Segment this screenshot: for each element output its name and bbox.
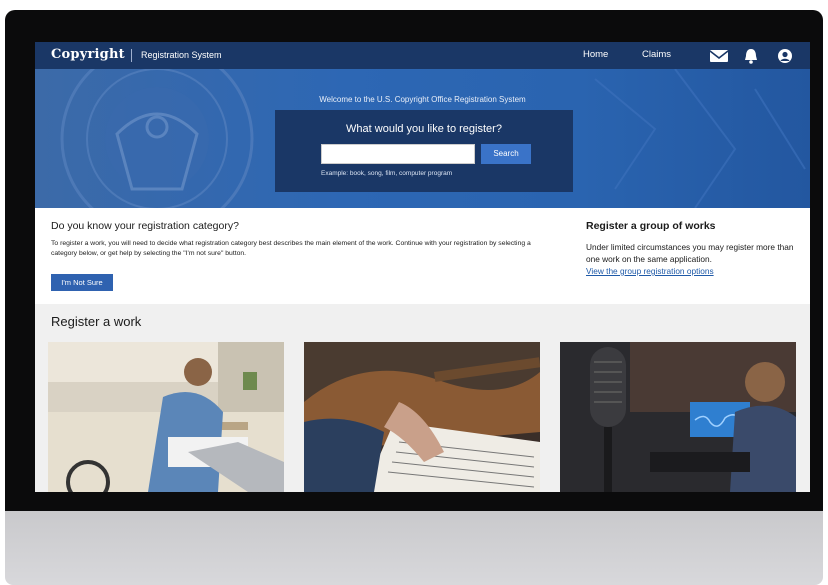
- monitor-chin: [5, 511, 823, 585]
- top-nav: Copyright Registration System Home Claim…: [35, 42, 810, 69]
- category-heading: Do you know your registration category?: [51, 220, 239, 232]
- hero-banner: Welcome to the U.S. Copyright Office Reg…: [35, 69, 810, 208]
- group-body-text: Under limited circumstances you may regi…: [586, 242, 794, 264]
- browser-screen: Copyright Registration System Home Claim…: [35, 42, 810, 492]
- register-section: Register a work: [35, 304, 810, 492]
- not-sure-button[interactable]: I'm Not Sure: [51, 274, 113, 291]
- search-input[interactable]: [321, 144, 475, 164]
- nav-divider: [131, 49, 132, 62]
- search-example-text: Example: book, song, film, computer prog…: [321, 170, 453, 177]
- system-name: Registration System: [141, 50, 222, 60]
- category-description: To register a work, you will need to dec…: [51, 240, 531, 257]
- nav-home-link[interactable]: Home: [583, 49, 608, 60]
- copyright-seal-watermark: [60, 69, 254, 208]
- bell-icon[interactable]: [742, 48, 760, 64]
- search-question: What would you like to register?: [346, 123, 502, 135]
- mail-icon[interactable]: [710, 48, 728, 64]
- sound-recording-card-image[interactable]: [560, 342, 796, 492]
- group-heading: Register a group of works: [586, 220, 716, 232]
- group-registration-link[interactable]: View the group registration options: [586, 266, 714, 276]
- nav-claims-link[interactable]: Claims: [642, 49, 671, 60]
- music-work-card-image[interactable]: [304, 342, 540, 492]
- hero-pattern-graphic: [594, 69, 806, 208]
- user-icon[interactable]: [776, 48, 794, 64]
- search-button[interactable]: Search: [481, 144, 531, 164]
- welcome-text: Welcome to the U.S. Copyright Office Reg…: [319, 95, 526, 104]
- search-panel: What would you like to register? Search …: [275, 110, 573, 192]
- info-section: Do you know your registration category? …: [35, 208, 810, 304]
- monitor-frame: Copyright Registration System Home Claim…: [5, 10, 825, 585]
- group-description: Under limited circumstances you may regi…: [586, 241, 796, 277]
- copyright-logo[interactable]: Copyright: [51, 47, 125, 62]
- literary-work-card-image[interactable]: [48, 342, 284, 492]
- register-heading: Register a work: [51, 314, 142, 329]
